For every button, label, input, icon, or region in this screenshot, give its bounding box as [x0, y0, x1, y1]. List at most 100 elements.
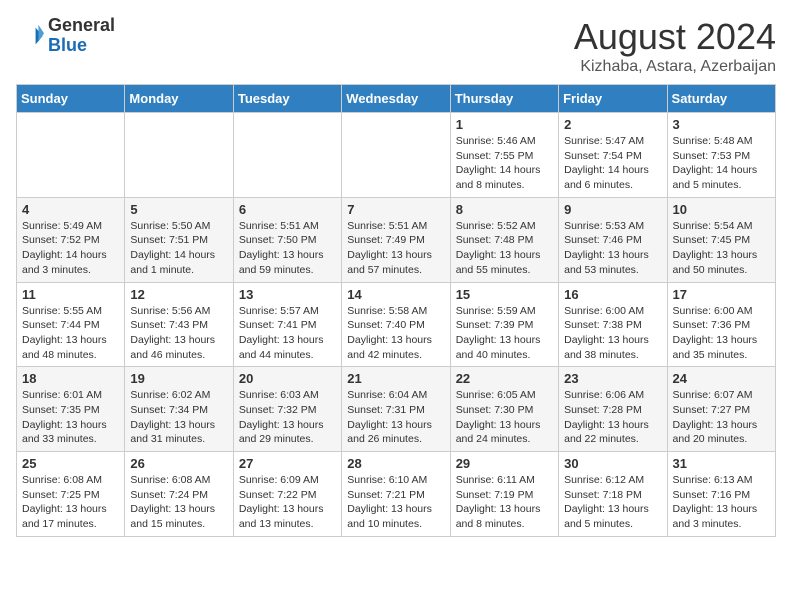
day-header-friday: Friday [559, 85, 667, 113]
day-number: 27 [239, 456, 336, 471]
day-number: 13 [239, 287, 336, 302]
day-info: Sunrise: 6:07 AM Sunset: 7:27 PM Dayligh… [673, 388, 770, 447]
day-number: 19 [130, 371, 227, 386]
day-info: Sunrise: 5:53 AM Sunset: 7:46 PM Dayligh… [564, 219, 661, 278]
calendar-cell: 8 Sunrise: 5:52 AM Sunset: 7:48 PM Daylig… [450, 197, 558, 282]
day-info: Sunrise: 6:00 AM Sunset: 7:38 PM Dayligh… [564, 304, 661, 363]
calendar-cell: 13 Sunrise: 5:57 AM Sunset: 7:41 PM Dayli… [233, 282, 341, 367]
day-info: Sunrise: 6:11 AM Sunset: 7:19 PM Dayligh… [456, 473, 553, 532]
calendar-header: SundayMondayTuesdayWednesdayThursdayFrid… [17, 85, 776, 113]
day-info: Sunrise: 5:48 AM Sunset: 7:53 PM Dayligh… [673, 134, 770, 193]
day-number: 30 [564, 456, 661, 471]
day-info: Sunrise: 5:51 AM Sunset: 7:50 PM Dayligh… [239, 219, 336, 278]
calendar-cell: 28Sunrise: 6:10 AM Sunset: 7:21 PM Dayli… [342, 452, 450, 537]
day-info: Sunrise: 5:54 AM Sunset: 7:45 PM Dayligh… [673, 219, 770, 278]
logo: General Blue [16, 16, 115, 56]
day-info: Sunrise: 5:51 AM Sunset: 7:49 PM Dayligh… [347, 219, 444, 278]
day-header-sunday: Sunday [17, 85, 125, 113]
week-row-2: 4 Sunrise: 5:49 AM Sunset: 7:52 PM Daylig… [17, 197, 776, 282]
logo-general-text: General [48, 15, 115, 35]
day-number: 9 [564, 202, 661, 217]
calendar-cell: 6 Sunrise: 5:51 AM Sunset: 7:50 PM Daylig… [233, 197, 341, 282]
day-number: 17 [673, 287, 770, 302]
calendar-table: SundayMondayTuesdayWednesdayThursdayFrid… [16, 84, 776, 537]
day-info: Sunrise: 6:02 AM Sunset: 7:34 PM Dayligh… [130, 388, 227, 447]
day-info: Sunrise: 6:05 AM Sunset: 7:30 PM Dayligh… [456, 388, 553, 447]
day-info: Sunrise: 5:57 AM Sunset: 7:41 PM Dayligh… [239, 304, 336, 363]
calendar-cell: 3Sunrise: 5:48 AM Sunset: 7:53 PM Daylig… [667, 113, 775, 198]
day-info: Sunrise: 5:47 AM Sunset: 7:54 PM Dayligh… [564, 134, 661, 193]
logo-blue-text: Blue [48, 35, 87, 55]
day-number: 8 [456, 202, 553, 217]
week-row-3: 11 Sunrise: 5:55 AM Sunset: 7:44 PM Dayli… [17, 282, 776, 367]
calendar-cell: 5 Sunrise: 5:50 AM Sunset: 7:51 PM Daylig… [125, 197, 233, 282]
calendar-cell: 18 Sunrise: 6:01 AM Sunset: 7:35 PM Dayli… [17, 367, 125, 452]
day-info: Sunrise: 6:01 AM Sunset: 7:35 PM Dayligh… [22, 388, 119, 447]
day-info: Sunrise: 6:04 AM Sunset: 7:31 PM Dayligh… [347, 388, 444, 447]
day-number: 1 [456, 117, 553, 132]
calendar-cell: 7 Sunrise: 5:51 AM Sunset: 7:49 PM Daylig… [342, 197, 450, 282]
day-number: 26 [130, 456, 227, 471]
calendar-cell: 30 Sunrise: 6:12 AM Sunset: 7:18 PM Dayli… [559, 452, 667, 537]
day-number: 12 [130, 287, 227, 302]
week-row-4: 18 Sunrise: 6:01 AM Sunset: 7:35 PM Dayli… [17, 367, 776, 452]
day-number: 22 [456, 371, 553, 386]
day-number: 23 [564, 371, 661, 386]
calendar-cell [17, 113, 125, 198]
day-number: 18 [22, 371, 119, 386]
calendar-cell: 4 Sunrise: 5:49 AM Sunset: 7:52 PM Daylig… [17, 197, 125, 282]
day-info: Sunrise: 6:08 AM Sunset: 7:25 PM Dayligh… [22, 473, 119, 532]
day-number: 24 [673, 371, 770, 386]
calendar-cell: 23 Sunrise: 6:06 AM Sunset: 7:28 PM Dayli… [559, 367, 667, 452]
day-number: 31 [673, 456, 770, 471]
title-block: August 2024 Kizhaba, Astara, Azerbaijan [574, 16, 776, 76]
day-number: 21 [347, 371, 444, 386]
calendar-cell: 12 Sunrise: 5:56 AM Sunset: 7:43 PM Dayli… [125, 282, 233, 367]
day-info: Sunrise: 5:55 AM Sunset: 7:44 PM Dayligh… [22, 304, 119, 363]
day-number: 7 [347, 202, 444, 217]
day-number: 5 [130, 202, 227, 217]
day-info: Sunrise: 6:00 AM Sunset: 7:36 PM Dayligh… [673, 304, 770, 363]
day-info: Sunrise: 6:09 AM Sunset: 7:22 PM Dayligh… [239, 473, 336, 532]
day-info: Sunrise: 5:56 AM Sunset: 7:43 PM Dayligh… [130, 304, 227, 363]
calendar-cell: 29 Sunrise: 6:11 AM Sunset: 7:19 PM Dayli… [450, 452, 558, 537]
calendar-cell: 2 Sunrise: 5:47 AM Sunset: 7:54 PM Daylig… [559, 113, 667, 198]
day-number: 10 [673, 202, 770, 217]
week-row-1: 1 Sunrise: 5:46 AM Sunset: 7:55 PM Daylig… [17, 113, 776, 198]
day-info: Sunrise: 6:06 AM Sunset: 7:28 PM Dayligh… [564, 388, 661, 447]
calendar-cell: 19 Sunrise: 6:02 AM Sunset: 7:34 PM Dayli… [125, 367, 233, 452]
page-header: General Blue August 2024 Kizhaba, Astara… [16, 16, 776, 76]
calendar-cell [125, 113, 233, 198]
calendar-cell: 16 Sunrise: 6:00 AM Sunset: 7:38 PM Dayli… [559, 282, 667, 367]
day-info: Sunrise: 6:12 AM Sunset: 7:18 PM Dayligh… [564, 473, 661, 532]
header-row: SundayMondayTuesdayWednesdayThursdayFrid… [17, 85, 776, 113]
calendar-cell: 22 Sunrise: 6:05 AM Sunset: 7:30 PM Dayli… [450, 367, 558, 452]
day-number: 29 [456, 456, 553, 471]
day-header-tuesday: Tuesday [233, 85, 341, 113]
day-number: 14 [347, 287, 444, 302]
calendar-cell: 26 Sunrise: 6:08 AM Sunset: 7:24 PM Dayli… [125, 452, 233, 537]
day-header-saturday: Saturday [667, 85, 775, 113]
calendar-cell [342, 113, 450, 198]
day-info: Sunrise: 6:03 AM Sunset: 7:32 PM Dayligh… [239, 388, 336, 447]
day-number: 6 [239, 202, 336, 217]
calendar-cell: 31Sunrise: 6:13 AM Sunset: 7:16 PM Dayli… [667, 452, 775, 537]
day-number: 16 [564, 287, 661, 302]
day-info: Sunrise: 5:50 AM Sunset: 7:51 PM Dayligh… [130, 219, 227, 278]
calendar-cell: 14Sunrise: 5:58 AM Sunset: 7:40 PM Dayli… [342, 282, 450, 367]
calendar-cell: 1 Sunrise: 5:46 AM Sunset: 7:55 PM Daylig… [450, 113, 558, 198]
day-number: 11 [22, 287, 119, 302]
day-header-monday: Monday [125, 85, 233, 113]
day-number: 4 [22, 202, 119, 217]
day-info: Sunrise: 6:08 AM Sunset: 7:24 PM Dayligh… [130, 473, 227, 532]
location-text: Kizhaba, Astara, Azerbaijan [574, 58, 776, 76]
day-info: Sunrise: 5:46 AM Sunset: 7:55 PM Dayligh… [456, 134, 553, 193]
day-number: 15 [456, 287, 553, 302]
day-info: Sunrise: 5:49 AM Sunset: 7:52 PM Dayligh… [22, 219, 119, 278]
day-number: 2 [564, 117, 661, 132]
day-number: 28 [347, 456, 444, 471]
day-info: Sunrise: 5:52 AM Sunset: 7:48 PM Dayligh… [456, 219, 553, 278]
day-number: 20 [239, 371, 336, 386]
day-header-wednesday: Wednesday [342, 85, 450, 113]
logo-icon [16, 22, 44, 50]
